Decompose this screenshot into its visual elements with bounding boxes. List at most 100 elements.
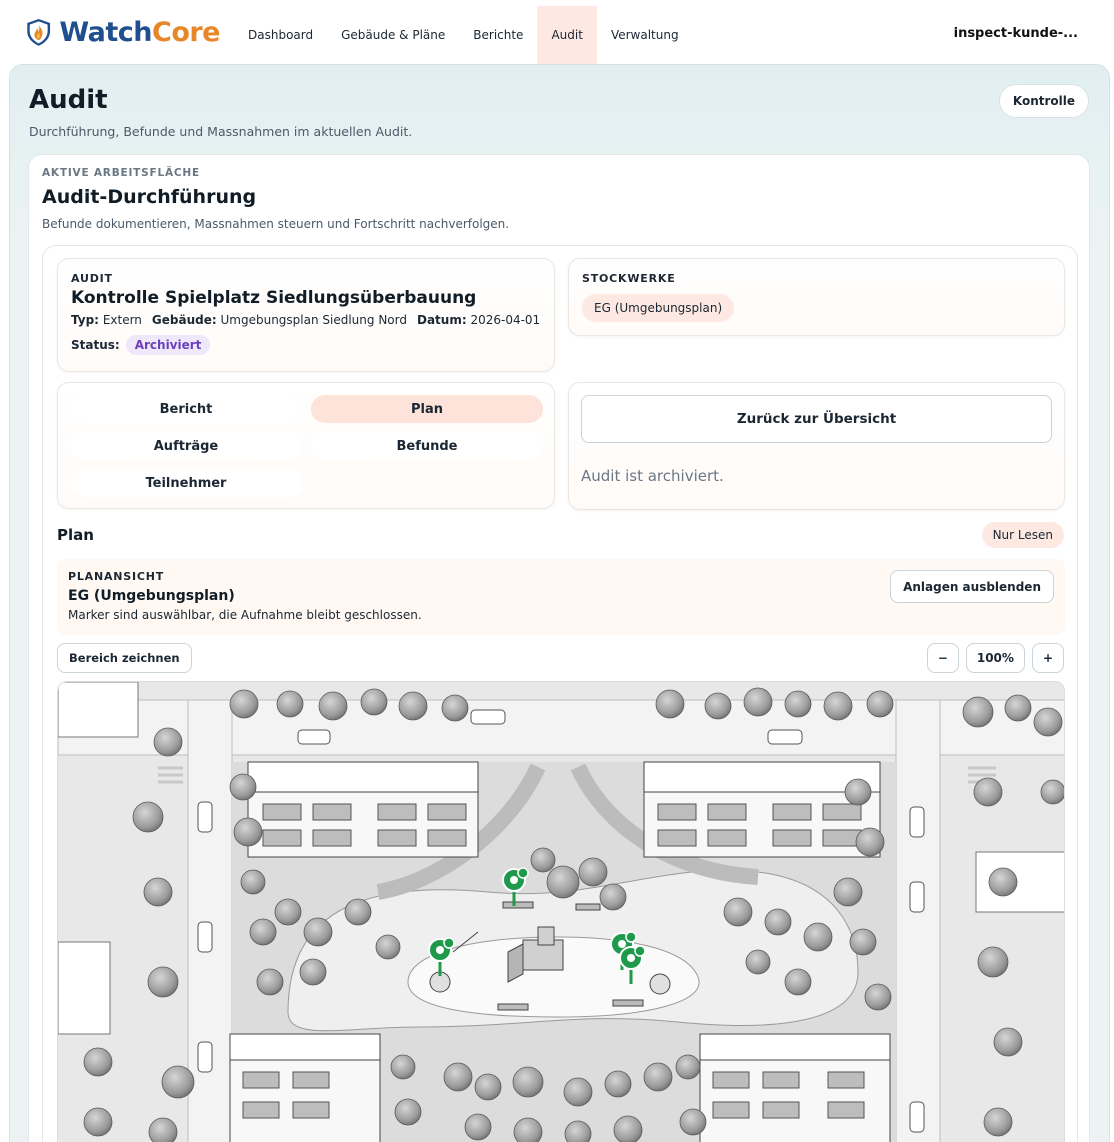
tab-bericht[interactable]: Bericht	[70, 395, 302, 423]
tree	[563, 1077, 593, 1107]
tree	[229, 689, 259, 719]
tree	[723, 897, 753, 927]
tree	[274, 898, 302, 926]
tree	[240, 869, 266, 895]
user-menu[interactable]: inspect-kunde-...	[954, 26, 1078, 41]
tree	[803, 922, 833, 952]
brand-name: WatchCore	[59, 16, 220, 48]
tab-befunde[interactable]: Befunde	[311, 432, 543, 460]
back-to-overview-button[interactable]: Zurück zur Übersicht	[581, 395, 1052, 443]
nav-item-berichte[interactable]: Berichte	[459, 6, 537, 64]
page-subtitle: Durchführung, Befunde und Massnahmen im …	[29, 124, 413, 139]
tree	[866, 690, 894, 718]
top-navigation: WatchCore Dashboard Gebäude & Pläne Beri…	[0, 0, 1114, 64]
plan-view-header: PLANANSICHT EG (Umgebungsplan) Marker si…	[57, 559, 1065, 635]
site-plan-map[interactable]	[57, 681, 1065, 1142]
tree	[745, 949, 771, 975]
workspace-title: Audit-Durchführung	[42, 186, 257, 208]
status-badge: Archiviert	[125, 335, 211, 355]
watchcore-logo-icon	[27, 18, 51, 46]
site-plan-drawing[interactable]	[58, 682, 1065, 1142]
tree	[318, 691, 348, 721]
draw-area-button[interactable]: Bereich zeichnen	[57, 643, 192, 673]
tree	[530, 847, 556, 873]
actions-card: Zurück zur Übersicht Audit ist archivier…	[568, 382, 1065, 510]
plan-heading: Plan	[57, 526, 94, 544]
tree	[546, 865, 580, 899]
nav-item-gebaeude-plaene[interactable]: Gebäude & Pläne	[327, 6, 459, 64]
tree	[743, 687, 773, 717]
floor-chip[interactable]: EG (Umgebungsplan)	[582, 294, 735, 322]
tree	[977, 946, 1009, 978]
tree	[844, 778, 872, 806]
tree	[784, 968, 812, 996]
workspace-card: AKTIVE ARBEITSFLÄCHE Audit-Durchführung …	[28, 154, 1090, 1142]
tree	[704, 692, 732, 720]
tree	[962, 696, 994, 728]
tree	[390, 1054, 416, 1080]
tree	[147, 966, 179, 998]
tree	[599, 883, 627, 911]
tree	[1040, 779, 1064, 805]
tree	[1004, 694, 1032, 722]
audit-building: Gebäude: Umgebungsplan Siedlung Nord	[151, 313, 407, 327]
tree	[833, 877, 863, 907]
tree	[784, 690, 812, 718]
tree	[375, 934, 401, 960]
audit-info-card: AUDIT Kontrolle Spielplatz Siedlungsüber…	[57, 258, 555, 372]
hide-assets-button[interactable]: Anlagen ausblenden	[890, 570, 1054, 603]
tree	[143, 877, 173, 907]
zoom-in-button[interactable]: +	[1031, 643, 1064, 673]
tree	[643, 1062, 673, 1092]
brand[interactable]: WatchCore	[24, 14, 221, 50]
tree	[394, 1098, 422, 1126]
building-bottom-left	[229, 1033, 381, 1142]
tree	[512, 1066, 544, 1098]
tree	[83, 1107, 113, 1137]
zoom-controls: − 100% +	[926, 643, 1064, 673]
nav-item-verwaltung[interactable]: Verwaltung	[597, 6, 693, 64]
tree	[655, 689, 685, 719]
tree	[132, 801, 164, 833]
plan-view-subtitle: Marker sind auswählbar, die Aufnahme ble…	[68, 608, 422, 622]
nav-item-audit[interactable]: Audit	[537, 6, 597, 64]
tree	[443, 1062, 473, 1092]
kontrolle-button[interactable]: Kontrolle	[998, 84, 1089, 118]
tree	[153, 727, 183, 757]
nav-item-dashboard[interactable]: Dashboard	[234, 6, 327, 64]
audit-meta: Typ: Extern Gebäude: Umgebungsplan Siedl…	[71, 313, 541, 327]
tree	[855, 827, 885, 857]
tree	[764, 908, 792, 936]
tree	[675, 1054, 701, 1080]
floors-card: STOCKWERKE EG (Umgebungsplan)	[568, 258, 1065, 336]
audit-type: Typ: Extern	[71, 313, 142, 327]
tree	[441, 694, 469, 722]
audit-tabs: Bericht Plan Aufträge Befunde Teilnehmer	[70, 395, 543, 497]
main-nav: Dashboard Gebäude & Pläne Berichte Audit…	[234, 6, 693, 64]
tree	[360, 688, 388, 716]
tree	[464, 1113, 492, 1141]
tree	[276, 690, 304, 718]
tree	[474, 1073, 502, 1101]
audit-panel: AUDIT Kontrolle Spielplatz Siedlungsüber…	[42, 245, 1078, 1142]
tab-plan[interactable]: Plan	[311, 395, 543, 423]
tree	[613, 1115, 643, 1142]
tree	[983, 1107, 1013, 1137]
page-shell: Audit Durchführung, Befunde und Massnahm…	[9, 64, 1110, 1142]
tree	[299, 958, 327, 986]
tab-teilnehmer[interactable]: Teilnehmer	[70, 469, 302, 497]
tree	[1033, 707, 1063, 737]
tree	[161, 1065, 195, 1099]
audit-tabs-card: Bericht Plan Aufträge Befunde Teilnehmer	[57, 382, 555, 509]
tree	[256, 968, 284, 996]
tree	[973, 777, 1003, 807]
zoom-out-button[interactable]: −	[926, 643, 959, 673]
tree	[303, 917, 333, 947]
tab-auftraege[interactable]: Aufträge	[70, 432, 302, 460]
archived-note: Audit ist archiviert.	[581, 467, 724, 485]
tree	[988, 867, 1018, 897]
tree	[679, 1108, 707, 1136]
readonly-badge: Nur Lesen	[981, 522, 1064, 548]
building-bottom-right	[699, 1033, 891, 1142]
workspace-subtitle: Befunde dokumentieren, Massnahmen steuer…	[42, 217, 510, 231]
